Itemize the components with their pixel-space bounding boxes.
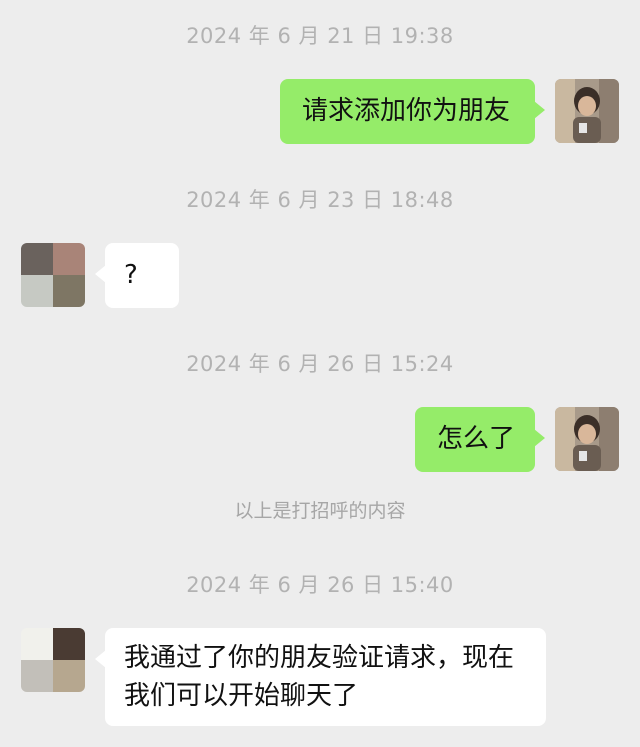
contact-avatar[interactable] xyxy=(21,243,85,307)
message-bubble-received[interactable]: 我通过了你的朋友验证请求，现在我们可以开始聊天了 xyxy=(95,628,546,726)
contact-avatar[interactable] xyxy=(21,628,85,692)
pixelated-avatar-icon xyxy=(21,243,85,307)
timestamp: 2024 年 6 月 23 日 18:48 xyxy=(186,188,454,212)
timestamp: 2024 年 6 月 21 日 19:38 xyxy=(186,24,454,48)
my-avatar[interactable] xyxy=(555,79,619,143)
system-notice: 以上是打招呼的内容 xyxy=(234,500,406,522)
message-bubble-sent[interactable]: 请求添加你为朋友 xyxy=(280,79,545,144)
photo-icon xyxy=(555,407,619,471)
message-bubble-received[interactable]: ? xyxy=(95,243,179,308)
message-text: ? xyxy=(124,260,138,290)
pixelated-avatar-icon xyxy=(21,628,85,692)
message-bubble-sent[interactable]: 怎么了 xyxy=(415,407,545,472)
message-text: 我通过了你的朋友验证请求，现在我们可以开始聊天了 xyxy=(124,643,515,711)
message-text: 怎么了 xyxy=(437,424,516,454)
message-text: 请求添加你为朋友 xyxy=(302,96,511,126)
timestamp: 2024 年 6 月 26 日 15:24 xyxy=(186,352,454,376)
timestamp: 2024 年 6 月 26 日 15:40 xyxy=(186,573,454,597)
photo-icon xyxy=(555,79,619,143)
my-avatar[interactable] xyxy=(555,407,619,471)
